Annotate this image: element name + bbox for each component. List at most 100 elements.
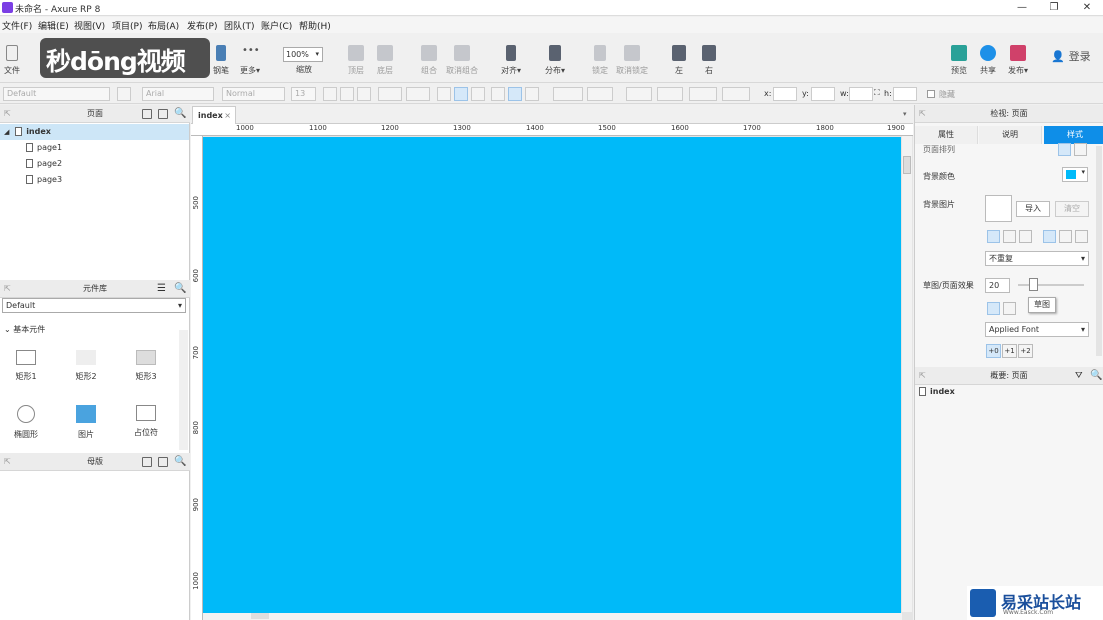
image-align-right-icon[interactable]: [1019, 230, 1032, 243]
style-select[interactable]: Default: [3, 87, 110, 101]
send-bottom-button[interactable]: 底层: [374, 45, 396, 76]
search-icon[interactable]: 🔍: [174, 453, 186, 471]
bg-color-picker[interactable]: ▾: [1062, 167, 1088, 182]
zoom-select[interactable]: 100% ▾: [283, 47, 323, 62]
unlock-button[interactable]: 取消锁定: [616, 45, 648, 76]
grayscale-mode-icon[interactable]: [1003, 302, 1016, 315]
bullet-icon[interactable]: [406, 87, 430, 101]
widget-placeholder[interactable]: 占位符: [126, 405, 166, 438]
menu-view[interactable]: 视图(V): [74, 19, 105, 32]
arrange-left-icon[interactable]: [1058, 143, 1071, 156]
line-width-2-button[interactable]: +2: [1018, 344, 1033, 358]
color-mode-icon[interactable]: [987, 302, 1000, 315]
w-field[interactable]: [849, 87, 873, 101]
menu-file[interactable]: 文件(F): [2, 19, 32, 32]
widget-rectangle-2[interactable]: 矩形2: [66, 350, 106, 382]
h-field[interactable]: [893, 87, 917, 101]
pin-icon[interactable]: ⇱: [4, 105, 11, 123]
sketch-slider-track[interactable]: [1018, 284, 1084, 286]
tab-dropdown-icon[interactable]: ▾: [903, 110, 907, 118]
maximize-button[interactable]: ❐: [1043, 1, 1065, 15]
add-master-icon[interactable]: [142, 457, 152, 467]
pin-icon[interactable]: ⇱: [4, 280, 11, 298]
bold-icon[interactable]: [323, 87, 337, 101]
file-button[interactable]: 文件: [3, 45, 21, 76]
vertical-scrollbar[interactable]: [902, 136, 912, 612]
bring-top-button[interactable]: 顶层: [345, 45, 367, 76]
align-left-icon[interactable]: [437, 87, 451, 101]
font-select[interactable]: Arial: [142, 87, 214, 101]
line-width-1-button[interactable]: +1: [1002, 344, 1017, 358]
align-center-icon[interactable]: [454, 87, 468, 101]
tab-properties[interactable]: 属性: [915, 126, 978, 144]
pen-button[interactable]: 钢笔: [210, 45, 232, 76]
font-color-icon[interactable]: [378, 87, 402, 101]
group-button[interactable]: 组合: [418, 45, 440, 76]
line-width-0-button[interactable]: +0: [986, 344, 1001, 358]
italic-icon[interactable]: [340, 87, 354, 101]
basic-widgets-section[interactable]: ⌄ 基本元件: [4, 324, 45, 335]
tab-notes[interactable]: 说明: [979, 126, 1042, 144]
search-icon[interactable]: 🔍: [1090, 367, 1102, 385]
left-button[interactable]: 左: [669, 45, 689, 76]
menu-icon[interactable]: ☰: [157, 280, 166, 298]
image-align-bottom-icon[interactable]: [1075, 230, 1088, 243]
page-tree-item-page3[interactable]: page3: [0, 172, 189, 188]
repeat-select[interactable]: 不重复 ▾: [985, 251, 1089, 266]
inspector-scrollbar[interactable]: [1096, 146, 1102, 356]
ungroup-button[interactable]: 取消组合: [446, 45, 478, 76]
more-button[interactable]: ••• 更多▾: [237, 45, 263, 76]
library-select[interactable]: Default ▾: [2, 298, 186, 313]
menu-layout[interactable]: 布局(A): [148, 19, 179, 32]
share-button[interactable]: 共享: [977, 45, 999, 76]
close-tab-icon[interactable]: ×: [224, 107, 231, 124]
widget-rectangle-3[interactable]: 矩形3: [126, 350, 166, 382]
sketch-value-field[interactable]: 20: [985, 278, 1010, 293]
menu-publish[interactable]: 发布(P): [187, 19, 217, 32]
image-align-center-icon[interactable]: [1003, 230, 1016, 243]
add-folder-icon[interactable]: [158, 457, 168, 467]
fill-color-icon[interactable]: [553, 87, 583, 101]
menu-project[interactable]: 项目(P): [112, 19, 142, 32]
page-tree-item-page2[interactable]: page2: [0, 156, 189, 172]
tab-index[interactable]: index ×: [192, 106, 236, 124]
menu-help[interactable]: 帮助(H): [299, 19, 331, 32]
arrow-style-icon[interactable]: [722, 87, 750, 101]
line-style-icon[interactable]: [689, 87, 717, 101]
publish-button[interactable]: 发布▾: [1005, 45, 1031, 76]
clear-button[interactable]: 清空: [1055, 201, 1089, 217]
right-button[interactable]: 右: [699, 45, 719, 76]
add-page-icon[interactable]: [142, 109, 152, 119]
search-icon[interactable]: 🔍: [174, 105, 186, 123]
image-align-left-icon[interactable]: [987, 230, 1000, 243]
page-tree-item-page1[interactable]: page1: [0, 140, 189, 156]
image-align-middle-icon[interactable]: [1059, 230, 1072, 243]
menu-account[interactable]: 账户(C): [261, 19, 292, 32]
shadow-icon[interactable]: [587, 87, 613, 101]
minimize-button[interactable]: —: [1011, 1, 1033, 15]
filter-icon[interactable]: ⛛: [1075, 367, 1083, 385]
pin-icon[interactable]: ⇱: [4, 453, 11, 471]
arrange-center-icon[interactable]: [1074, 143, 1087, 156]
lock-ratio-icon[interactable]: ⛶: [874, 88, 880, 98]
line-color-icon[interactable]: [626, 87, 652, 101]
weight-select[interactable]: Normal: [222, 87, 285, 101]
underline-icon[interactable]: [357, 87, 371, 101]
sketch-slider-handle[interactable]: [1029, 278, 1038, 291]
line-width-icon[interactable]: [657, 87, 683, 101]
x-field[interactable]: [773, 87, 797, 101]
page-tree-item-index[interactable]: ◢ index: [0, 124, 189, 140]
add-folder-icon[interactable]: [158, 109, 168, 119]
align-button[interactable]: 对齐▾: [498, 45, 524, 76]
align-right-icon[interactable]: [471, 87, 485, 101]
preview-button[interactable]: 预览: [948, 45, 970, 76]
size-select[interactable]: 13: [291, 87, 316, 101]
menu-team[interactable]: 团队(T): [224, 19, 255, 32]
close-button[interactable]: ✕: [1076, 1, 1098, 15]
widget-ellipse[interactable]: 椭圆形: [6, 405, 46, 440]
image-align-top-icon[interactable]: [1043, 230, 1056, 243]
valign-bottom-icon[interactable]: [525, 87, 539, 101]
design-canvas[interactable]: [203, 137, 901, 613]
login-button[interactable]: 👤 登录: [1050, 48, 1092, 64]
distribute-button[interactable]: 分布▾: [542, 45, 568, 76]
